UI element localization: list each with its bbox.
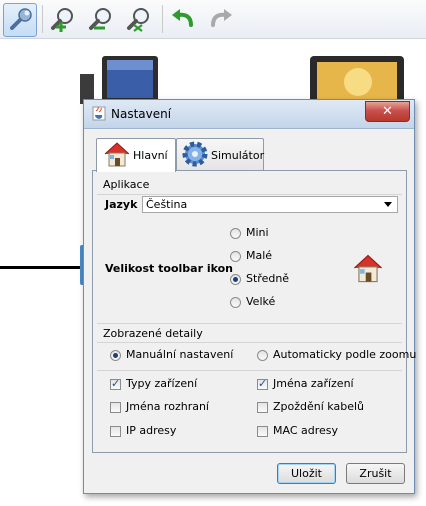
- checkbox-typy-zarizeni[interactable]: [110, 377, 121, 390]
- undo-icon[interactable]: [167, 3, 199, 35]
- checkbox-jmena-zarizeni[interactable]: [257, 377, 268, 390]
- mode-radio-auto[interactable]: [257, 350, 268, 361]
- size-radio-velke[interactable]: [230, 297, 241, 308]
- tab-panel: Aplikace Jazyk Čeština Velikost toolbar …: [92, 170, 416, 453]
- zoom-in-icon[interactable]: [47, 3, 79, 35]
- tab-hlavni[interactable]: Hlavní: [96, 138, 176, 172]
- checkbox-label: Jména zařízení: [273, 377, 354, 390]
- size-label-stredne: Středně: [246, 272, 290, 285]
- tab-label: Hlavní: [133, 149, 168, 162]
- checkbox-jmena-rozhrani[interactable]: [110, 402, 121, 413]
- size-label-mini: Mini: [246, 226, 269, 239]
- chevron-down-icon: [384, 202, 392, 207]
- close-button[interactable]: ✕: [365, 101, 410, 122]
- checkbox-zpozdeni-kabelu[interactable]: [257, 402, 268, 413]
- house-preview-icon: [351, 251, 385, 288]
- java-icon: [92, 106, 106, 124]
- size-radio-mini[interactable]: [230, 228, 241, 239]
- dialog-title: Nastavení: [111, 107, 172, 121]
- tab-label: Simulátor: [211, 149, 265, 162]
- language-label: Jazyk: [105, 198, 138, 211]
- save-button-label: Uložit: [291, 467, 322, 480]
- checkbox-label: IP adresy: [126, 424, 177, 437]
- redo-icon: [205, 3, 237, 35]
- size-label-male: Malé: [246, 249, 273, 262]
- cancel-button[interactable]: Zrušit: [346, 463, 405, 484]
- house-icon: [102, 139, 132, 172]
- checkbox-mac-adresy[interactable]: [257, 426, 268, 437]
- details-section-label: Zobrazené detaily: [103, 327, 203, 340]
- language-value: Čeština: [146, 198, 188, 211]
- language-select[interactable]: Čeština: [142, 196, 398, 213]
- zoom-out-icon[interactable]: [85, 3, 117, 35]
- main-toolbar: [0, 0, 426, 39]
- size-label-velke: Velké: [246, 295, 276, 308]
- checkbox-label: Jména rozhraní: [126, 400, 209, 413]
- size-radio-male[interactable]: [230, 251, 241, 262]
- size-radio-stredne[interactable]: [230, 274, 241, 285]
- tab-simulator[interactable]: Simulátor: [176, 138, 264, 172]
- checkbox-label: Typy zařízení: [126, 377, 198, 390]
- save-button[interactable]: Uložit: [277, 463, 336, 484]
- close-icon: ✕: [382, 104, 393, 119]
- checkbox-ip-adresy[interactable]: [110, 426, 121, 437]
- application-section-label: Aplikace: [103, 178, 150, 191]
- cancel-button-label: Zrušit: [359, 467, 392, 480]
- mode-radio-manual[interactable]: [110, 350, 121, 361]
- zoom-fit-icon[interactable]: [123, 3, 155, 35]
- checkbox-label: MAC adresy: [273, 424, 339, 437]
- checkbox-label: Zpoždění kabelů: [273, 400, 364, 413]
- mode-label-auto: Automaticky podle zoomu: [273, 348, 417, 361]
- wrench-icon[interactable]: [3, 3, 37, 37]
- gear-icon: [180, 139, 210, 172]
- network-cable[interactable]: [0, 266, 82, 269]
- dialog-titlebar[interactable]: Nastavení ✕: [84, 100, 414, 129]
- settings-dialog: Nastavení ✕ Hlavní Simulátor Aplikace Ja…: [83, 99, 416, 494]
- toolbar-size-label: Velikost toolbar ikon: [105, 262, 233, 275]
- mode-label-manual: Manuální nastavení: [126, 348, 234, 361]
